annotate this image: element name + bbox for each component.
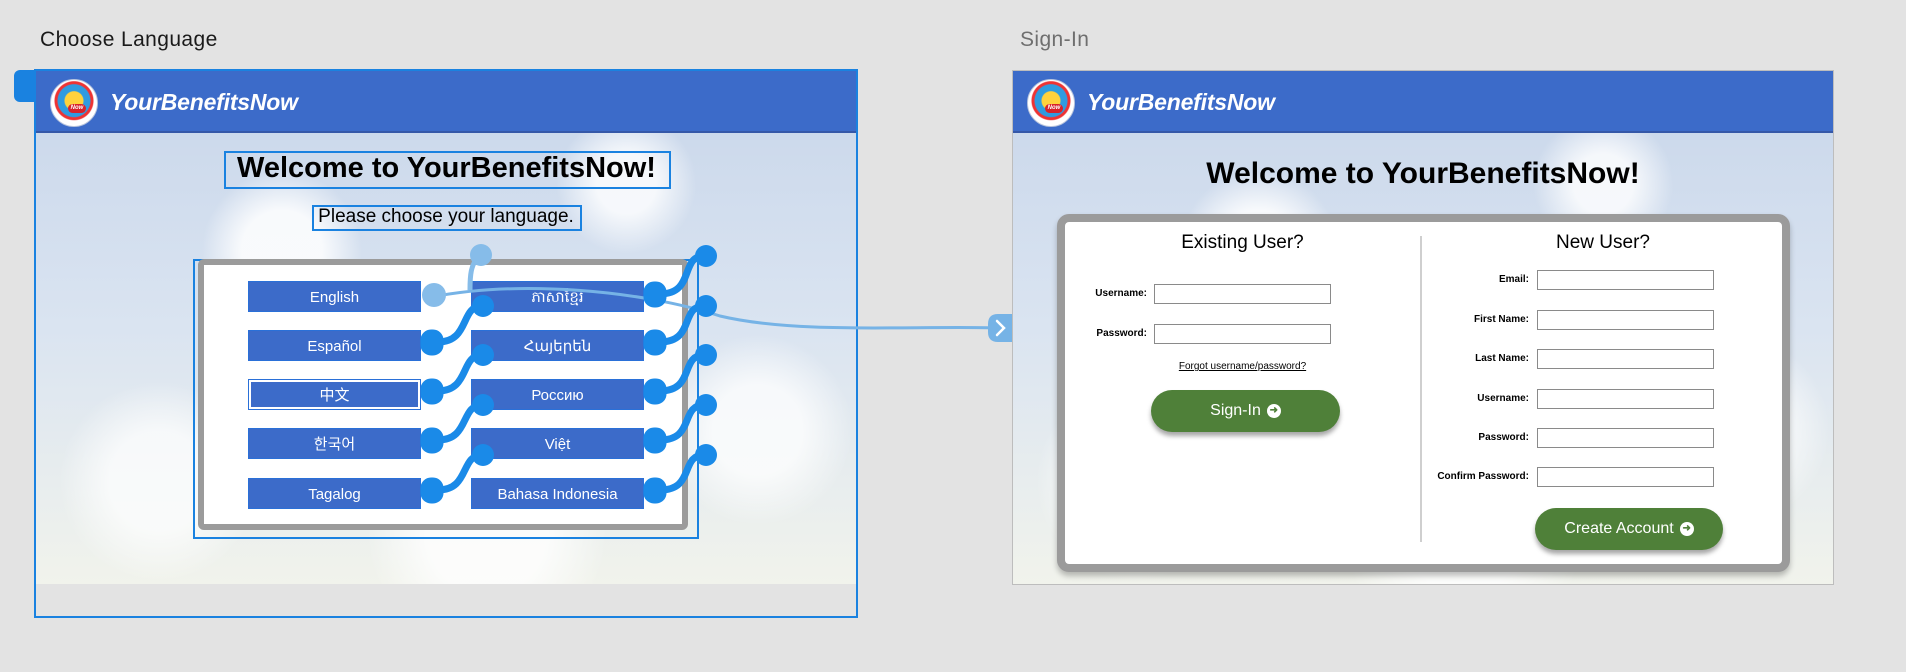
existing-user-title: Existing User?: [1181, 232, 1304, 253]
email-field[interactable]: [1537, 270, 1714, 290]
username-label: Username:: [1095, 288, 1147, 299]
first-name-label: First Name:: [1473, 314, 1529, 325]
create-account-button[interactable]: Create Account ➜: [1535, 508, 1723, 550]
arrow-right-icon: ➜: [1679, 521, 1694, 536]
logo-badge: Now: [1045, 104, 1063, 113]
new-username-label: Username:: [1477, 393, 1529, 404]
artboard-sign-in[interactable]: Now YourBenefitsNow Welcome to YourBenef…: [1013, 71, 1833, 584]
app-header: Now YourBenefitsNow: [1013, 71, 1833, 133]
last-name-field[interactable]: [1537, 349, 1714, 369]
first-name-field[interactable]: [1537, 310, 1714, 330]
new-password-label: Password:: [1478, 432, 1529, 443]
selection-handle-tab[interactable]: [14, 70, 36, 102]
sign-in-button-label: Sign-In: [1210, 402, 1261, 419]
confirm-password-field[interactable]: [1537, 467, 1714, 487]
sign-in-panel: Existing User? Username: Password: Forgo…: [1057, 214, 1790, 572]
new-username-field[interactable]: [1537, 389, 1714, 409]
existing-password-input[interactable]: [1154, 324, 1331, 344]
new-user-title: New User?: [1556, 232, 1650, 253]
artboard-title-choose-language[interactable]: Choose Language: [40, 28, 218, 52]
create-account-button-label: Create Account: [1564, 520, 1674, 537]
brand-name: YourBenefitsNow: [1087, 89, 1275, 115]
email-label: Email:: [1498, 274, 1529, 285]
new-password-field[interactable]: [1537, 428, 1714, 448]
chevron-right-icon: [995, 319, 1006, 337]
artboard-title-sign-in[interactable]: Sign-In: [1020, 28, 1089, 52]
link-target-tab: [988, 314, 1012, 342]
logo-icon: Now: [1027, 79, 1075, 127]
existing-username-input[interactable]: [1154, 284, 1331, 304]
sign-in-button[interactable]: Sign-In ➜: [1151, 390, 1340, 432]
password-label: Password:: [1096, 328, 1147, 339]
last-name-label: Last Name:: [1475, 353, 1529, 364]
forgot-password-link[interactable]: Forgot username/password?: [1065, 361, 1420, 372]
confirm-password-label: Confirm Password:: [1437, 471, 1529, 482]
page-title: Welcome to YourBenefitsNow!: [1206, 157, 1640, 190]
arrow-right-icon: ➜: [1266, 403, 1281, 418]
artboard-selection-outline: [34, 69, 858, 618]
